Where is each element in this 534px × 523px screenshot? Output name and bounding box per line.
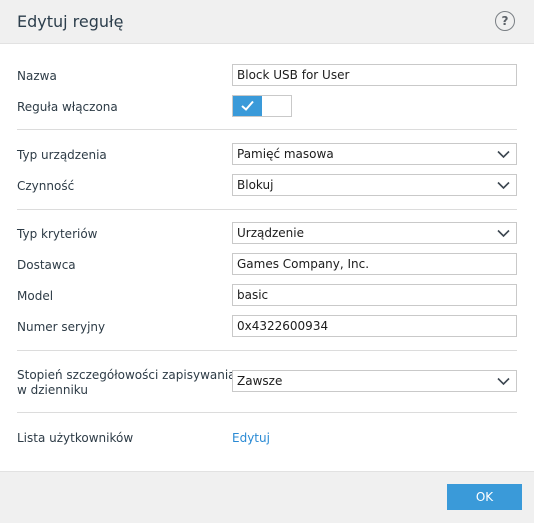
enabled-toggle[interactable]	[232, 95, 292, 117]
action-label: Czynność	[17, 179, 75, 193]
logging-label-line1: Stopień szczegółowości zapisywania	[17, 368, 236, 382]
logging-label-line2: w dzienniku	[17, 383, 88, 397]
device-type-value: Pamięć masowa	[237, 147, 334, 161]
dialog-title: Edytuj regułę	[17, 12, 124, 31]
name-input[interactable]: Block USB for User	[232, 64, 517, 86]
device-type-select[interactable]: Pamięć masowa	[232, 143, 517, 165]
checkmark-icon	[241, 100, 254, 111]
chevron-down-icon	[497, 150, 510, 159]
ok-button[interactable]: OK	[447, 484, 522, 510]
help-icon[interactable]: ?	[495, 11, 515, 31]
logging-select[interactable]: Zawsze	[232, 370, 517, 392]
logging-value: Zawsze	[237, 374, 283, 388]
chevron-down-icon	[497, 181, 510, 190]
chevron-down-icon	[497, 229, 510, 238]
edit-users-link[interactable]: Edytuj	[232, 431, 270, 445]
name-label: Nazwa	[17, 69, 57, 83]
edit-rule-dialog: Edytuj regułę ? Nazwa Block USB for User…	[0, 0, 534, 523]
separator	[17, 129, 517, 130]
vendor-input[interactable]: Games Company, Inc.	[232, 253, 517, 275]
separator	[17, 350, 517, 351]
separator	[17, 209, 517, 210]
criteria-type-select[interactable]: Urządzenie	[232, 222, 517, 244]
users-label: Lista użytkowników	[17, 431, 134, 445]
model-input[interactable]: basic	[232, 284, 517, 306]
enabled-label: Reguła włączona	[17, 100, 118, 114]
device-type-label: Typ urządzenia	[17, 148, 107, 162]
criteria-type-label: Typ kryteriów	[17, 227, 98, 241]
separator	[17, 412, 517, 413]
action-value: Blokuj	[237, 178, 274, 192]
criteria-type-value: Urządzenie	[237, 226, 304, 240]
serial-label: Numer seryjny	[17, 320, 106, 334]
serial-input[interactable]: 0x4322600934	[232, 315, 517, 337]
model-label: Model	[17, 289, 54, 303]
action-select[interactable]: Blokuj	[232, 174, 517, 196]
chevron-down-icon	[497, 377, 510, 386]
vendor-label: Dostawca	[17, 258, 76, 272]
dialog-header: Edytuj regułę ?	[0, 0, 534, 44]
